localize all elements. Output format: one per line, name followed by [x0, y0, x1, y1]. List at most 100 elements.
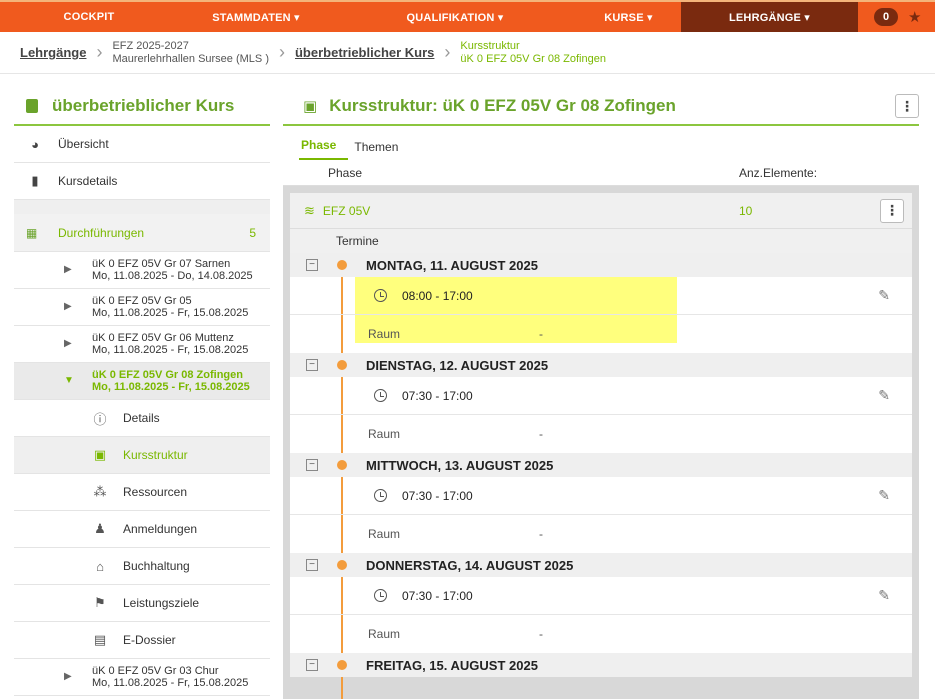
sidebar-item-durchfuehrungen[interactable]: ▦ Durchführungen 5	[14, 214, 270, 252]
subnav-details[interactable]: ⓘ Details	[14, 400, 270, 437]
column-count: Anz.Elemente:	[739, 165, 818, 180]
column-header: Phase Anz.Elemente:	[283, 160, 919, 186]
sidebar: überbetrieblicher Kurs ◕ Übersicht ▮ Kur…	[14, 88, 270, 699]
breadcrumb-efz[interactable]: EFZ 2025-2027 Maurerlehrhallen Sursee (M…	[112, 40, 269, 66]
tabs: Phase Themen	[283, 126, 919, 160]
resources-icon: ⁂	[93, 484, 107, 499]
run-item[interactable]: ▶ üK 0 EFZ 05V Gr 06 Muttenz Mo, 11.08.20…	[14, 326, 270, 363]
nav-lehrgaenge[interactable]: LEHRGÄNGE ▾	[681, 2, 858, 32]
day-label: DIENSTAG, 12. AUGUST 2025	[366, 357, 549, 373]
breadcrumb-kurs[interactable]: überbetrieblicher Kurs	[295, 45, 434, 60]
day-header: − DONNERSTAG, 14. AUGUST 2025	[290, 553, 912, 577]
subnav-buchhaltung[interactable]: ⌂ Buchhaltung	[14, 548, 270, 585]
tab-themen[interactable]: Themen	[354, 140, 410, 160]
top-nav: COCKPIT STAMMDATEN ▾ QUALIFIKATION ▾ KUR…	[0, 0, 935, 32]
sidebar-item-uebersicht[interactable]: ◕ Übersicht	[14, 126, 270, 163]
subnav-ressourcen[interactable]: ⁂ Ressourcen	[14, 474, 270, 511]
book-icon: ▮	[31, 173, 39, 188]
accounting-icon: ⌂	[96, 558, 104, 574]
subnav-kursstruktur[interactable]: ▣ Kursstruktur	[14, 437, 270, 474]
collapse-icon[interactable]: −	[306, 259, 318, 271]
time-row[interactable]: 07:30 - 17:00 ✎	[290, 477, 912, 515]
time-row[interactable]: 08:00 - 17:00 ✎	[290, 277, 912, 315]
run-item[interactable]: ▶ üK 0 EFZ 05V Gr 03 Chur Mo, 11.08.2025 …	[14, 659, 270, 696]
phase-row[interactable]: ≋ EFZ 05V 10 ⋮	[290, 193, 912, 229]
nav-kurse[interactable]: KURSE ▾	[576, 2, 681, 32]
edit-icon[interactable]: ✎	[878, 587, 890, 604]
day-header: − DIENSTAG, 12. AUGUST 2025	[290, 353, 912, 377]
clock-icon	[374, 289, 387, 302]
subnav-edossier[interactable]: ▤ E-Dossier	[14, 622, 270, 659]
raum-label: Raum	[368, 427, 401, 441]
sidebar-gap	[14, 200, 270, 214]
time-value: 07:30 - 17:00	[402, 388, 473, 403]
run-item[interactable]: ▶ üK 0 EFZ 05V Gr 05 Mo, 11.08.2025 - Fr,…	[14, 289, 270, 326]
edit-icon[interactable]: ✎	[878, 487, 890, 504]
book-icon	[26, 99, 38, 113]
run-item-selected[interactable]: ▼ üK 0 EFZ 05V Gr 08 Zofingen Mo, 11.08.2…	[14, 363, 270, 400]
collapse-icon[interactable]: −	[306, 559, 318, 571]
sidebar-item-label: Kursdetails	[58, 174, 118, 188]
subnav-label: Leistungsziele	[123, 596, 200, 610]
raum-label: Raum	[368, 527, 401, 541]
collapse-icon[interactable]: −	[306, 659, 318, 671]
collapse-icon[interactable]: −	[306, 359, 318, 371]
timeline-dot	[337, 560, 347, 570]
triangle-right-icon[interactable]: ▶	[64, 338, 78, 350]
main-panel: ▣ Kursstruktur: üK 0 EFZ 05V Gr 08 Zofin…	[283, 88, 919, 699]
termine-label: Termine	[290, 229, 912, 253]
breadcrumb-lehrgaenge[interactable]: Lehrgänge	[20, 45, 86, 60]
day-label: MITTWOCH, 13. AUGUST 2025	[366, 457, 554, 473]
run-dates: Mo, 11.08.2025 - Do, 14.08.2025	[92, 270, 253, 282]
subnav-label: E-Dossier	[123, 633, 176, 647]
day-header: − MONTAG, 11. AUGUST 2025	[290, 253, 912, 277]
main-header: ▣ Kursstruktur: üK 0 EFZ 05V Gr 08 Zofin…	[283, 88, 919, 126]
breadcrumb-current-line1: Kursstruktur	[460, 39, 520, 52]
info-icon: ⓘ	[93, 411, 107, 427]
subnav-anmeldungen[interactable]: ♟ Anmeldungen	[14, 511, 270, 548]
triangle-right-icon[interactable]: ▶	[64, 671, 78, 683]
timeline-dot	[337, 260, 347, 270]
more-menu-button[interactable]: ⋮	[895, 94, 919, 118]
breadcrumb: Lehrgänge › EFZ 2025-2027 Maurerlehrhall…	[0, 32, 935, 74]
sidebar-item-label: Übersicht	[58, 137, 109, 151]
raum-row: Raum -	[290, 315, 912, 353]
run-title: üK 0 EFZ 05V Gr 08 Zofingen	[92, 369, 243, 381]
timeline-dot	[337, 460, 347, 470]
subnav-leistungsziele[interactable]: ⚑ Leistungsziele	[14, 585, 270, 622]
run-dates: Mo, 11.08.2025 - Fr, 15.08.2025	[92, 344, 249, 356]
notification-badge[interactable]: 0	[874, 8, 898, 26]
run-dates: Mo, 11.08.2025 - Fr, 15.08.2025	[92, 307, 249, 319]
run-title: üK 0 EFZ 05V Gr 05	[92, 295, 192, 307]
flag-icon: ⚑	[94, 595, 106, 610]
star-icon[interactable]: ★	[908, 8, 921, 26]
raum-row: Raum -	[290, 415, 912, 453]
structure-icon: ▣	[93, 447, 107, 462]
collapse-icon[interactable]: −	[306, 459, 318, 471]
clock-icon	[374, 589, 387, 602]
triangle-right-icon[interactable]: ▶	[64, 264, 78, 276]
triangle-right-icon[interactable]: ▶	[64, 301, 78, 313]
edit-icon[interactable]: ✎	[878, 387, 890, 404]
raum-row: Raum -	[290, 515, 912, 553]
day-label: MONTAG, 11. AUGUST 2025	[366, 257, 538, 273]
chevron-right-icon: ›	[444, 42, 451, 62]
run-item[interactable]: ▶ üK 0 EFZ 05V Gr 07 Sarnen Mo, 11.08.202…	[14, 252, 270, 289]
sidebar-item-kursdetails[interactable]: ▮ Kursdetails	[14, 163, 270, 200]
breadcrumb-efz-line1: EFZ 2025-2027	[112, 39, 189, 52]
tab-phase[interactable]: Phase	[299, 138, 349, 160]
nav-stammdaten[interactable]: STAMMDATEN ▾	[178, 2, 334, 32]
nav-qualifikation[interactable]: QUALIFIKATION ▾	[334, 2, 576, 32]
raum-label: Raum	[368, 627, 401, 641]
phase-menu-button[interactable]: ⋮	[880, 198, 904, 223]
run-dates: Mo, 11.08.2025 - Fr, 15.08.2025	[92, 677, 249, 689]
nav-cockpit[interactable]: COCKPIT	[0, 2, 178, 32]
subnav-label: Details	[123, 411, 160, 425]
time-row[interactable]: 07:30 - 17:00 ✎	[290, 577, 912, 615]
durchfuehrungen-label: Durchführungen	[58, 225, 145, 240]
edit-icon[interactable]: ✎	[878, 287, 890, 304]
structure-panel: ≋ EFZ 05V 10 ⋮ Termine − MONTAG, 11. AUG…	[283, 186, 919, 699]
time-row[interactable]: 07:30 - 17:00 ✎	[290, 377, 912, 415]
layers-icon: ≋	[304, 202, 315, 218]
triangle-down-icon[interactable]: ▼	[64, 375, 78, 387]
